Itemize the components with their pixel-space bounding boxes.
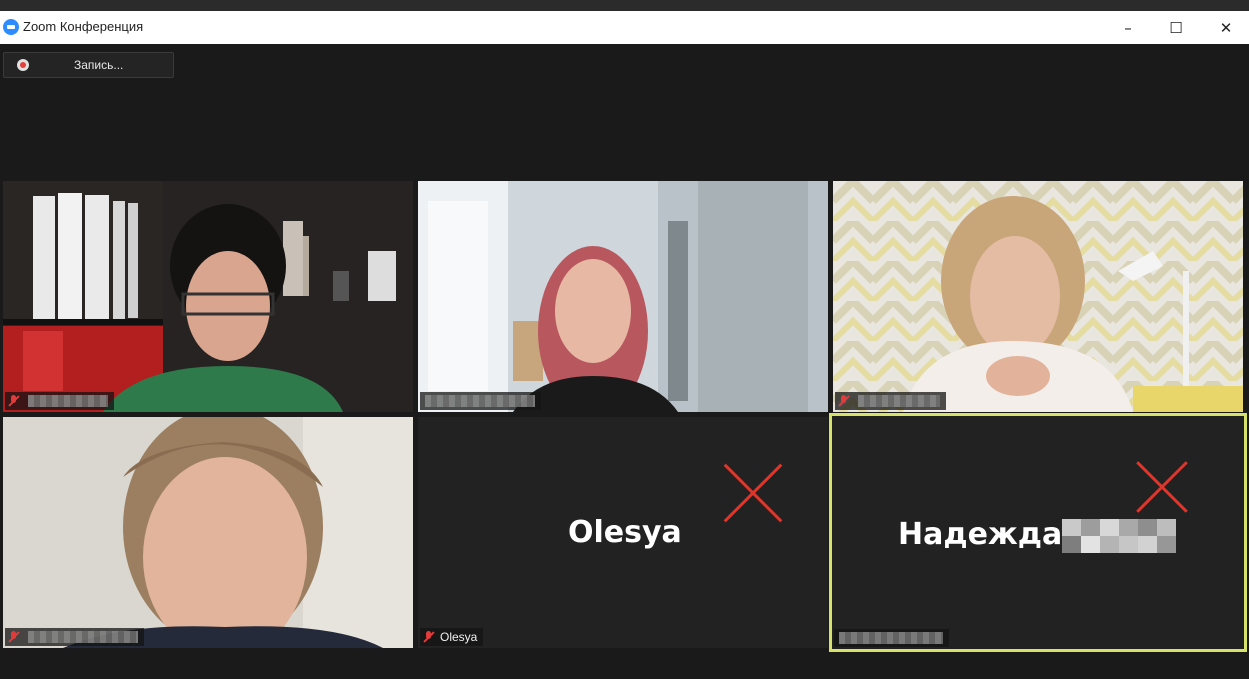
participant-display-name: Olesya — [568, 515, 682, 550]
record-icon — [17, 59, 29, 71]
blurred-name — [425, 395, 535, 407]
participant-tile-olesya[interactable]: Olesya Olesya — [418, 417, 828, 648]
blurred-name — [839, 632, 943, 644]
participant-name-bar — [5, 392, 114, 410]
close-button[interactable]: ✕ — [1203, 11, 1249, 44]
window-title: Zoom Конференция — [23, 19, 144, 34]
zoom-app-icon — [3, 19, 19, 35]
minimize-button[interactable]: – — [1105, 11, 1151, 44]
video-feed — [418, 181, 828, 412]
participant-video-tile[interactable] — [3, 181, 413, 412]
blurred-name — [28, 631, 138, 643]
video-feed — [833, 181, 1243, 412]
title-bar: Zoom Конференция – ☐ ✕ — [0, 11, 1249, 44]
participant-video-tile[interactable] — [833, 181, 1243, 412]
participant-name: Olesya — [440, 630, 478, 644]
maximize-button[interactable]: ☐ — [1153, 11, 1199, 44]
recording-indicator[interactable]: Запись... — [3, 52, 174, 78]
muted-mic-icon — [7, 630, 21, 644]
participant-video-tile[interactable] — [418, 181, 828, 412]
muted-mic-icon — [837, 394, 851, 408]
video-feed — [3, 417, 413, 648]
participant-name-bar — [834, 629, 949, 647]
participant-name-bar: Olesya — [420, 628, 484, 646]
red-x-mark — [718, 453, 788, 533]
muted-mic-icon — [7, 394, 21, 408]
video-feed — [3, 181, 413, 412]
muted-mic-icon — [422, 630, 436, 644]
blurred-name — [858, 395, 940, 407]
participant-name-bar — [420, 392, 541, 410]
window-top-strip — [0, 0, 1249, 11]
red-x-mark — [1122, 452, 1202, 522]
participant-name-bar — [835, 392, 946, 410]
participant-display-name: Надежда — [898, 517, 1063, 552]
participant-name-bar — [5, 628, 144, 646]
blurred-surname — [1062, 519, 1176, 553]
participant-video-tile[interactable] — [3, 417, 413, 648]
recording-label: Запись... — [74, 58, 124, 72]
blurred-name — [28, 395, 108, 407]
participant-tile-active-speaker[interactable]: Надежда — [829, 413, 1247, 652]
